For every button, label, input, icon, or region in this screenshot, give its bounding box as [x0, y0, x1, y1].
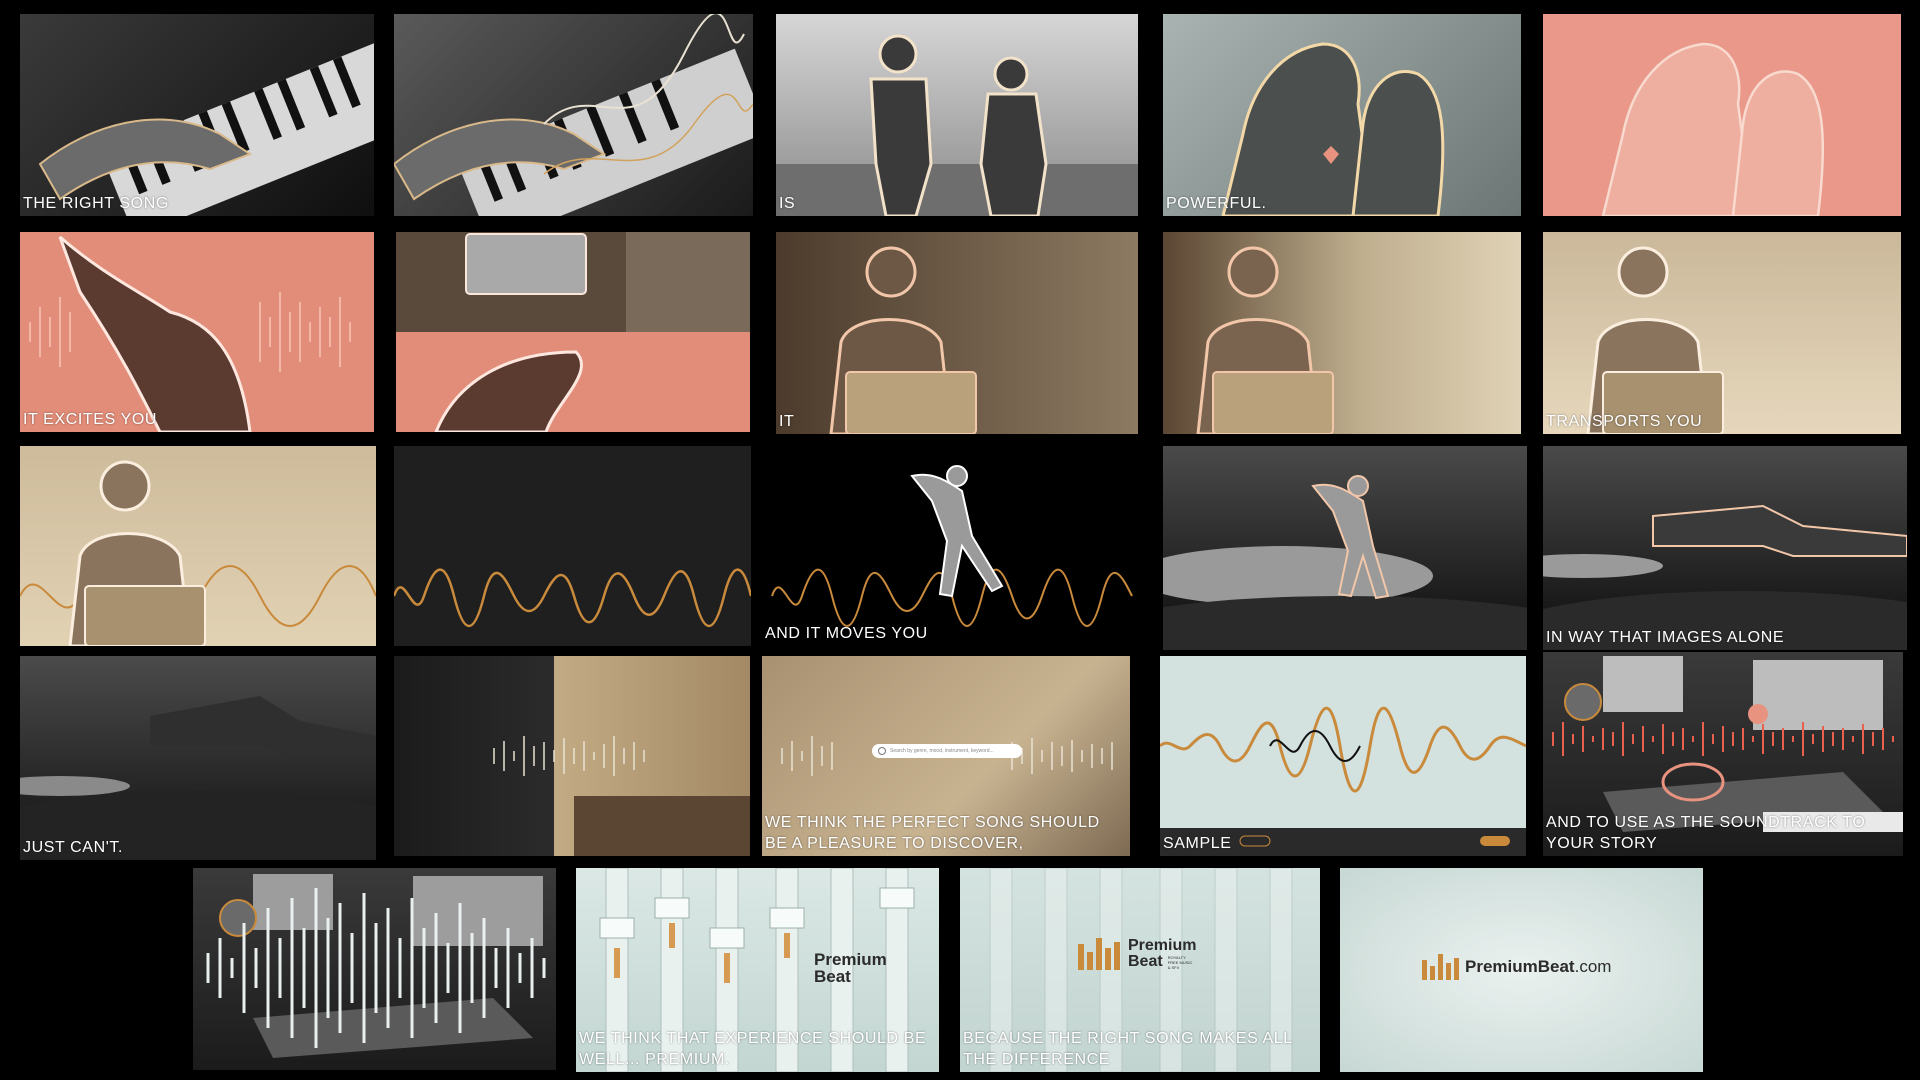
- storyboard-frame-11: [20, 446, 376, 646]
- studio-waveform-icon: [206, 874, 546, 1058]
- frame-caption: IT EXCITES YOU: [23, 411, 158, 428]
- frame-caption: IN WAY THAT IMAGES ALONE: [1546, 629, 1785, 646]
- turntable-icon: [1543, 504, 1907, 650]
- storyboard-frame-13: AND IT MOVES YOU: [762, 446, 1138, 646]
- frame-caption: WE THINK THAT EXPERIENCE SHOULD BE WELL.…: [579, 1030, 927, 1068]
- frame-caption: SAMPLE: [1163, 835, 1232, 852]
- logo-tagline: ROYALTY FREE MUSIC & SFX: [1167, 954, 1193, 970]
- storyboard-frame-15: IN WAY THAT IMAGES ALONE: [1543, 446, 1907, 650]
- storyboard-frame-7: [396, 232, 750, 432]
- frame-caption: JUST CAN'T.: [23, 839, 124, 856]
- dancer-icon: [771, 465, 1133, 627]
- search-icon: [878, 747, 886, 755]
- storyboard-frame-9: [1163, 232, 1521, 434]
- record-store-icon: [493, 736, 750, 856]
- storyboard-frame-18: Search by genre, mood, instrument, keywo…: [762, 656, 1130, 856]
- frame-caption: THE RIGHT SONG: [23, 195, 169, 212]
- search-input[interactable]: Search by genre, mood, instrument, keywo…: [872, 744, 1022, 758]
- storyboard-frame-8: IT: [776, 232, 1138, 434]
- storyboard-frame-24: PremiumBeat.com: [1340, 868, 1703, 1072]
- premiumbeat-logo: PremiumBeat.com: [1422, 954, 1611, 980]
- search-placeholder: Search by genre, mood, instrument, keywo…: [890, 748, 994, 754]
- logo-bars-icon: [1078, 938, 1120, 970]
- couple-kissing-icon: [1221, 42, 1445, 216]
- logo-beat-text: Beat: [814, 967, 851, 986]
- logo-domain-main: PremiumBeat: [1465, 957, 1575, 976]
- storyboard-frame-2: [394, 14, 753, 216]
- piano-hands-icon: [394, 14, 753, 216]
- man-with-laptop-icon: [1196, 246, 1334, 434]
- logo-domain-suffix: .com: [1574, 957, 1612, 976]
- frame-caption: POWERFUL.: [1166, 195, 1267, 212]
- storyboard-frame-22: Premium Beat WE THINK THAT EXPERIENCE SH…: [576, 868, 939, 1072]
- logo-premium-text: Premium: [814, 950, 887, 969]
- waveform-icon: [394, 568, 751, 628]
- storyboard-frame-12: [394, 446, 751, 646]
- frame-caption: AND TO USE AS THE SOUNDTRACK TO YOUR STO…: [1546, 814, 1866, 852]
- premiumbeat-logo: Premium Beat ROYALTY FREE MUSIC & SFX: [1078, 938, 1196, 970]
- man-with-laptop-icon: [1586, 246, 1724, 434]
- couple-holding-hands-icon: [776, 34, 1138, 216]
- frame-caption: WE THINK THE PERFECT SONG SHOULD BE A PL…: [765, 814, 1100, 852]
- storyboard-frame-10: TRANSPORTS YOU: [1543, 232, 1901, 434]
- piano-hands-icon: [38, 41, 374, 216]
- couple-kissing-icon: [1601, 42, 1825, 216]
- frame-caption: IS: [779, 195, 796, 212]
- dancer-turntable-icon: [1163, 475, 1527, 650]
- logo-beat-text: Beat: [1128, 953, 1163, 970]
- storyboard-frame-20: AND TO USE AS THE SOUNDTRACK TO YOUR STO…: [1543, 652, 1903, 856]
- man-with-laptop-icon: [829, 246, 977, 434]
- frame-caption: IT: [779, 413, 795, 430]
- waveform-player-icon: [1160, 706, 1526, 856]
- man-with-laptop-icon: [20, 460, 376, 646]
- storyboard-frame-23: Premium Beat ROYALTY FREE MUSIC & SFX BE…: [960, 868, 1320, 1072]
- storyboard-frame-14: [1163, 446, 1527, 650]
- storyboard-frame-17: [394, 656, 750, 856]
- turntable-icon: [20, 696, 376, 860]
- storyboard-frame-16: JUST CAN'T.: [20, 656, 376, 860]
- storyboard-frame-1: THE RIGHT SONG: [20, 14, 374, 216]
- storyboard-frame-3: IS: [776, 14, 1138, 216]
- storyboard-frame-5: [1543, 14, 1901, 216]
- storyboard-frame-19: SAMPLE: [1160, 656, 1526, 856]
- laptop-icon: [396, 232, 750, 432]
- storyboard-frame-6: IT EXCITES YOU: [20, 232, 374, 432]
- woman-hair-flip-icon: [29, 235, 351, 432]
- frame-caption: AND IT MOVES YOU: [765, 625, 928, 642]
- storyboard-frame-21: [193, 868, 556, 1070]
- storyboard-frame-4: POWERFUL.: [1163, 14, 1521, 216]
- frame-caption: TRANSPORTS YOU: [1546, 413, 1703, 430]
- logo-bars-icon: [1422, 954, 1459, 980]
- premiumbeat-logo: Premium Beat: [814, 951, 887, 985]
- frame-caption: BECAUSE THE RIGHT SONG MAKES ALL THE DIF…: [963, 1030, 1293, 1068]
- logo-premium-text: Premium: [1128, 937, 1197, 954]
